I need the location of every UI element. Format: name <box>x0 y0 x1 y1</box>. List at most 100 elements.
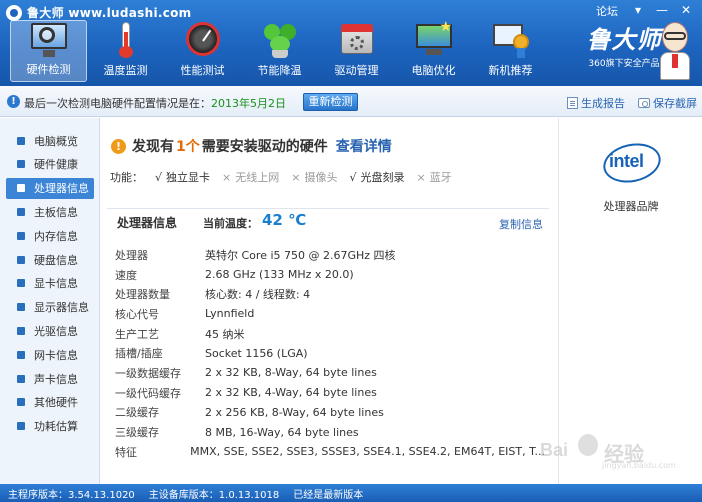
sidebar-item-power[interactable]: 功耗估算 <box>6 416 94 437</box>
panel-title: 处理器信息 <box>117 216 178 230</box>
last-scan-prefix: 最后一次检测电脑硬件配置情况是在： <box>24 97 211 110</box>
forum-link[interactable]: 论坛 <box>596 3 618 19</box>
tool-label: 电脑优化 <box>411 64 456 77</box>
menu-dropdown-button[interactable]: ▾ <box>628 3 648 19</box>
intel-logo-text: intel <box>609 151 644 171</box>
sidebar-item-disk[interactable]: 硬盘信息 <box>6 249 94 270</box>
thermometer-icon <box>106 20 146 58</box>
mascot-icon <box>658 22 692 80</box>
minimize-button[interactable]: — <box>652 3 672 19</box>
save-screenshot-label: 保存截屏 <box>653 97 697 110</box>
info-key: 核心代号 <box>115 307 159 321</box>
bullet-icon <box>17 160 25 169</box>
sidebar-item-label: 硬件健康 <box>34 158 78 172</box>
info-row: 速度 2.68 GHz (133 MHz x 20.0) <box>115 265 545 285</box>
info-row: 处理器数量 核心数: 4 / 线程数: 4 <box>115 284 545 304</box>
bullet-icon <box>17 136 25 145</box>
tool-driver-management[interactable]: 驱动管理 <box>318 20 395 82</box>
warning-suffix: 需要安装驱动的硬件 <box>201 139 328 155</box>
computer-optimize-icon: ★ <box>414 20 454 58</box>
view-details-link[interactable]: 查看详情 <box>336 136 392 156</box>
tool-performance-test[interactable]: 性能测试 <box>164 20 241 82</box>
sidebar: 电脑概览 硬件健康 处理器信息 主板信息 内存信息 硬盘信息 显卡信息 显示器信… <box>0 118 100 484</box>
info-value: 8 MB, 16-Way, 64 byte lines <box>205 425 359 439</box>
watermark-logo-text: Bai <box>540 440 569 460</box>
info-row: 一级代码缓存 2 x 32 KB, 4-Way, 64 byte lines <box>115 383 545 403</box>
tool-new-pc-recommend[interactable]: 新机推荐 <box>472 20 549 82</box>
watermark-url: jingyan.baidu.com <box>602 461 676 470</box>
function-item: √ 独立显卡 <box>155 169 210 185</box>
sidebar-item-network[interactable]: 网卡信息 <box>6 344 94 365</box>
sidebar-item-display[interactable]: 显示器信息 <box>6 297 94 318</box>
sidebar-item-overview[interactable]: 电脑概览 <box>6 130 94 151</box>
tool-pc-optimize[interactable]: ★ 电脑优化 <box>395 20 472 82</box>
info-row: 三级缓存 8 MB, 16-Way, 64 byte lines <box>115 422 545 442</box>
info-value: 2 x 32 KB, 4-Way, 64 byte lines <box>205 386 377 400</box>
warning-count: 1个 <box>176 139 200 155</box>
cross-icon: × <box>291 170 301 184</box>
bullet-icon <box>17 303 25 312</box>
copy-info-link[interactable]: 复制信息 <box>499 216 543 232</box>
sidebar-item-label: 硬盘信息 <box>34 253 78 267</box>
status-footer: 主程序版本：3.54.13.1020 主设备库版本：1.0.13.1018 已经… <box>0 484 702 502</box>
info-row: 生产工艺 45 纳米 <box>115 324 545 344</box>
info-key: 特征 <box>115 445 137 459</box>
sidebar-item-optical[interactable]: 光驱信息 <box>6 320 94 341</box>
info-key: 一级代码缓存 <box>115 386 181 400</box>
recheck-button[interactable]: 重新检测 <box>303 93 358 111</box>
cpu-info-table: 处理器 英特尔 Core i5 750 @ 2.67GHz 四核 速度 2.68 G… <box>115 245 545 462</box>
save-screenshot-link[interactable]: 保存截屏 <box>638 95 697 111</box>
temperature-label: 当前温度： <box>203 217 258 230</box>
sidebar-item-label: 处理器信息 <box>34 182 89 196</box>
window-title-area: 鲁大师 www.ludashi.com <box>6 4 192 21</box>
sidebar-item-gpu[interactable]: 显卡信息 <box>6 273 94 294</box>
award-monitor-icon <box>491 20 531 58</box>
function-label: 蓝牙 <box>429 171 452 184</box>
cross-icon: × <box>222 170 232 184</box>
info-value: 45 纳米 <box>205 327 245 341</box>
functions-label: 功能： <box>110 171 143 184</box>
sidebar-item-memory[interactable]: 内存信息 <box>6 225 94 246</box>
device-db-version: 主设备库版本：1.0.13.1018 <box>148 489 280 501</box>
app-logo-icon <box>6 4 22 21</box>
sidebar-item-label: 显卡信息 <box>34 277 78 291</box>
temperature-value: 42 ℃ <box>262 211 307 229</box>
sidebar-item-health[interactable]: 硬件健康 <box>6 154 94 175</box>
sidebar-item-sound[interactable]: 声卡信息 <box>6 368 94 389</box>
warning-icon: ! <box>111 138 126 154</box>
info-key: 处理器数量 <box>115 288 170 302</box>
up-to-date-text: 已经是最新版本 <box>293 489 364 501</box>
generate-report-link[interactable]: 生成报告 <box>567 95 625 111</box>
tool-energy-saving[interactable]: 节能降温 <box>241 20 318 82</box>
leaf-plant-icon <box>260 20 300 58</box>
info-value: 核心数: 4 / 线程数: 4 <box>205 288 311 302</box>
brand-name: 鲁大师 <box>586 25 662 54</box>
info-row: 插槽/插座 Socket 1156 (LGA) <box>115 343 545 363</box>
sidebar-item-label: 电脑概览 <box>34 134 78 148</box>
sidebar-item-label: 光驱信息 <box>34 324 78 338</box>
last-scan-bar: ! 最后一次检测电脑硬件配置情况是在：2013年5月2日 重新检测 生成报告 保… <box>0 86 702 117</box>
info-value: Socket 1156 (LGA) <box>205 346 308 360</box>
tool-hardware-detect[interactable]: 硬件检测 <box>10 20 87 82</box>
sidebar-item-cpu[interactable]: 处理器信息 <box>6 177 94 199</box>
bullet-icon <box>17 374 25 383</box>
window-title: 鲁大师 www.ludashi.com <box>27 6 192 20</box>
main-toolbar: 硬件检测 温度监测 性能测试 节能降温 驱动管理 ★ 电脑优化 新机推荐 <box>10 20 549 82</box>
cpu-brand-label: 处理器品牌 <box>603 200 659 213</box>
tool-temperature-monitor[interactable]: 温度监测 <box>87 20 164 82</box>
check-icon: √ <box>155 170 163 184</box>
brand-block: 鲁大师 360旗下安全产品 <box>584 25 664 70</box>
info-row: 处理器 英特尔 Core i5 750 @ 2.67GHz 四核 <box>115 245 545 265</box>
window-controls: 论坛 ▾ — ✕ <box>596 3 696 19</box>
sidebar-item-motherboard[interactable]: 主板信息 <box>6 201 94 222</box>
close-button[interactable]: ✕ <box>676 3 696 19</box>
camera-icon <box>638 98 650 108</box>
info-row: 一级数据缓存 2 x 32 KB, 8-Way, 64 byte lines <box>115 363 545 383</box>
tool-label: 节能降温 <box>257 64 302 77</box>
sidebar-item-label: 主板信息 <box>34 205 78 219</box>
info-key: 生产工艺 <box>115 327 159 341</box>
info-value: 2 x 32 KB, 8-Way, 64 byte lines <box>205 366 377 380</box>
sidebar-item-other[interactable]: 其他硬件 <box>6 392 94 413</box>
tool-label: 新机推荐 <box>488 64 533 77</box>
last-scan-text: 最后一次检测电脑硬件配置情况是在：2013年5月2日 <box>24 95 286 111</box>
